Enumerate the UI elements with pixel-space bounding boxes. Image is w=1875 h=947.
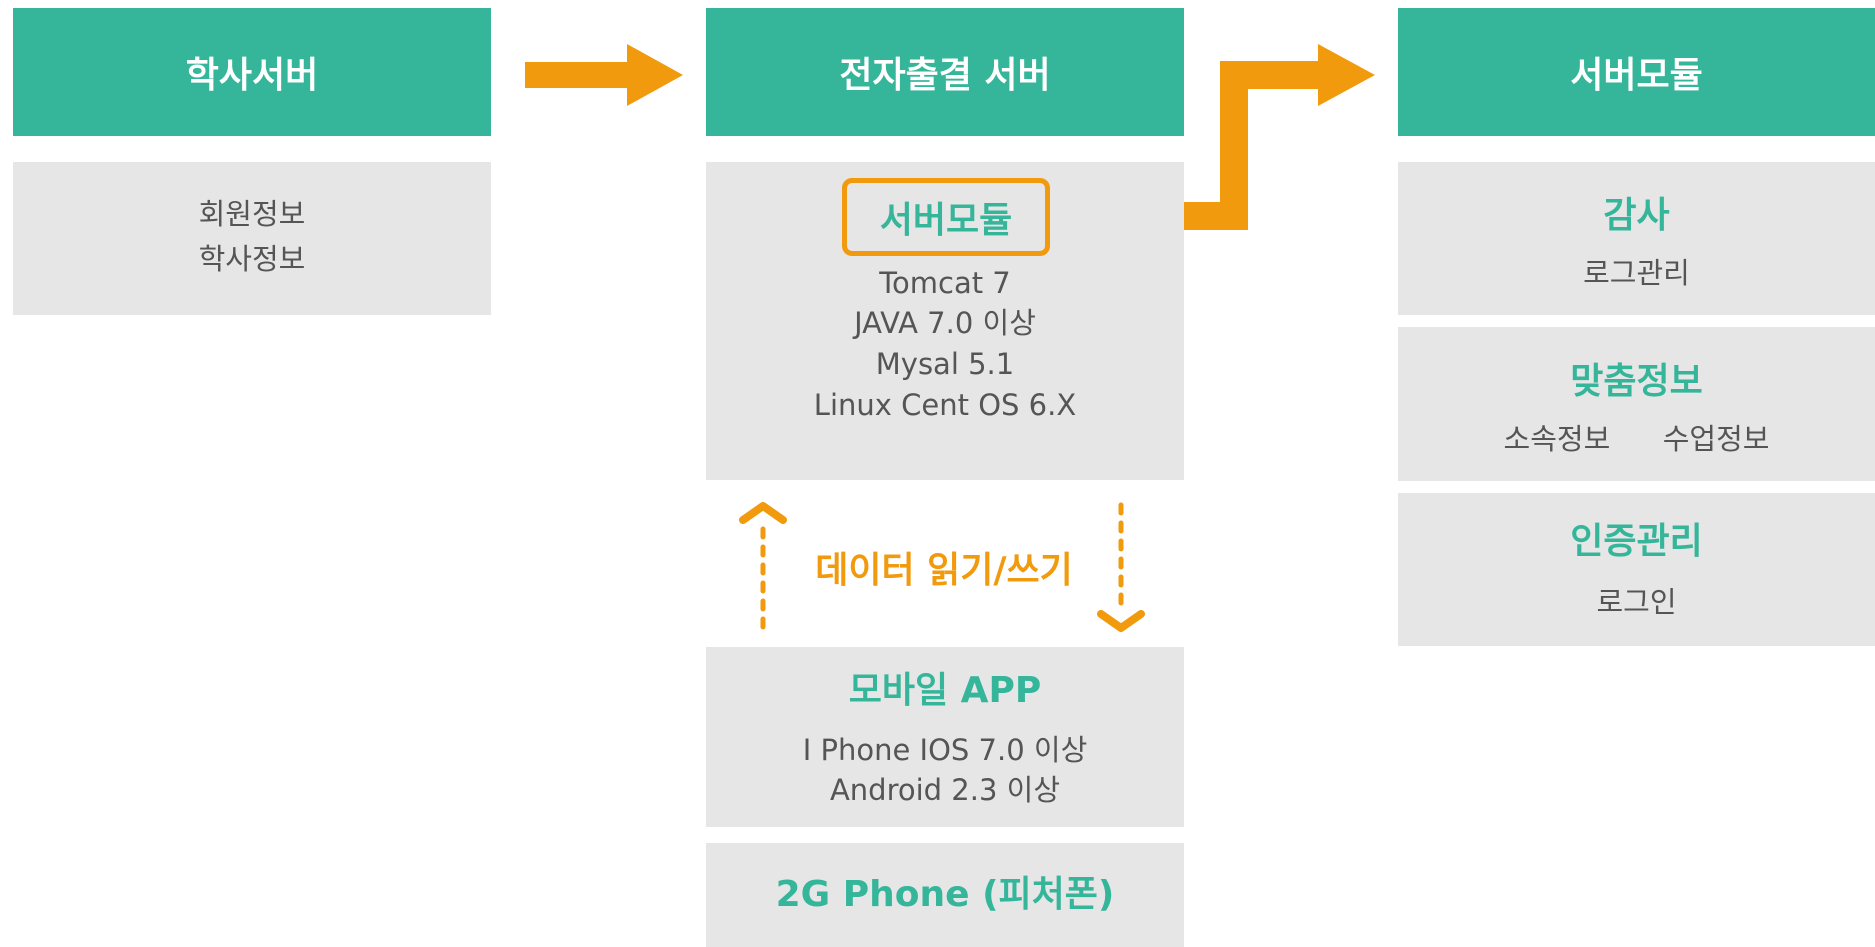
dotted-up-arrow bbox=[739, 502, 787, 630]
affiliation-info-text: 소속정보 bbox=[1503, 422, 1611, 456]
feature-phone-title: 2G Phone (피처폰) bbox=[775, 874, 1115, 915]
server-module-label: 서버모듈 bbox=[842, 178, 1050, 256]
auth-panel: 인증관리 로그인 bbox=[1398, 493, 1875, 646]
member-info-text: 회원정보 bbox=[198, 197, 306, 231]
attendance-server-header: 전자출결 서버 bbox=[706, 8, 1184, 136]
custom-info-panel: 맞춤정보 소속정보 수업정보 bbox=[1398, 327, 1875, 481]
auth-sub: 로그인 bbox=[1596, 585, 1677, 619]
mobile-app-panel: 모바일 APP I Phone IOS 7.0 이상 Android 2.3 이… bbox=[706, 647, 1184, 827]
audit-title: 감사 bbox=[1603, 195, 1670, 236]
custom-info-subs: 소속정보 수업정보 bbox=[1398, 422, 1875, 457]
spec-java: JAVA 7.0 이상 bbox=[854, 306, 1036, 340]
class-info-text: 수업정보 bbox=[1662, 422, 1770, 456]
mobile-app-title: 모바일 APP bbox=[848, 670, 1042, 711]
spec-linux: Linux Cent OS 6.X bbox=[813, 388, 1077, 422]
audit-panel: 감사 로그관리 bbox=[1398, 162, 1875, 315]
academic-server-header: 학사서버 bbox=[13, 8, 491, 136]
custom-info-title: 맞춤정보 bbox=[1570, 361, 1703, 402]
server-module-header: 서버모듈 bbox=[1398, 8, 1875, 136]
academic-info-panel: 회원정보 학사정보 bbox=[13, 162, 491, 315]
mobile-ios-line: I Phone IOS 7.0 이상 bbox=[802, 733, 1088, 767]
audit-sub: 로그관리 bbox=[1583, 256, 1690, 290]
feature-phone-panel: 2G Phone (피처폰) bbox=[706, 843, 1184, 947]
spec-tomcat: Tomcat 7 bbox=[879, 266, 1011, 300]
spec-mysql: Mysal 5.1 bbox=[875, 347, 1015, 381]
data-read-write-label: 데이터 읽기/쓰기 bbox=[815, 550, 1073, 591]
mobile-android-line: Android 2.3 이상 bbox=[829, 773, 1061, 807]
arrow-academic-to-attendance bbox=[525, 44, 683, 106]
academic-info-text: 학사정보 bbox=[198, 242, 306, 276]
auth-title: 인증관리 bbox=[1570, 521, 1703, 562]
